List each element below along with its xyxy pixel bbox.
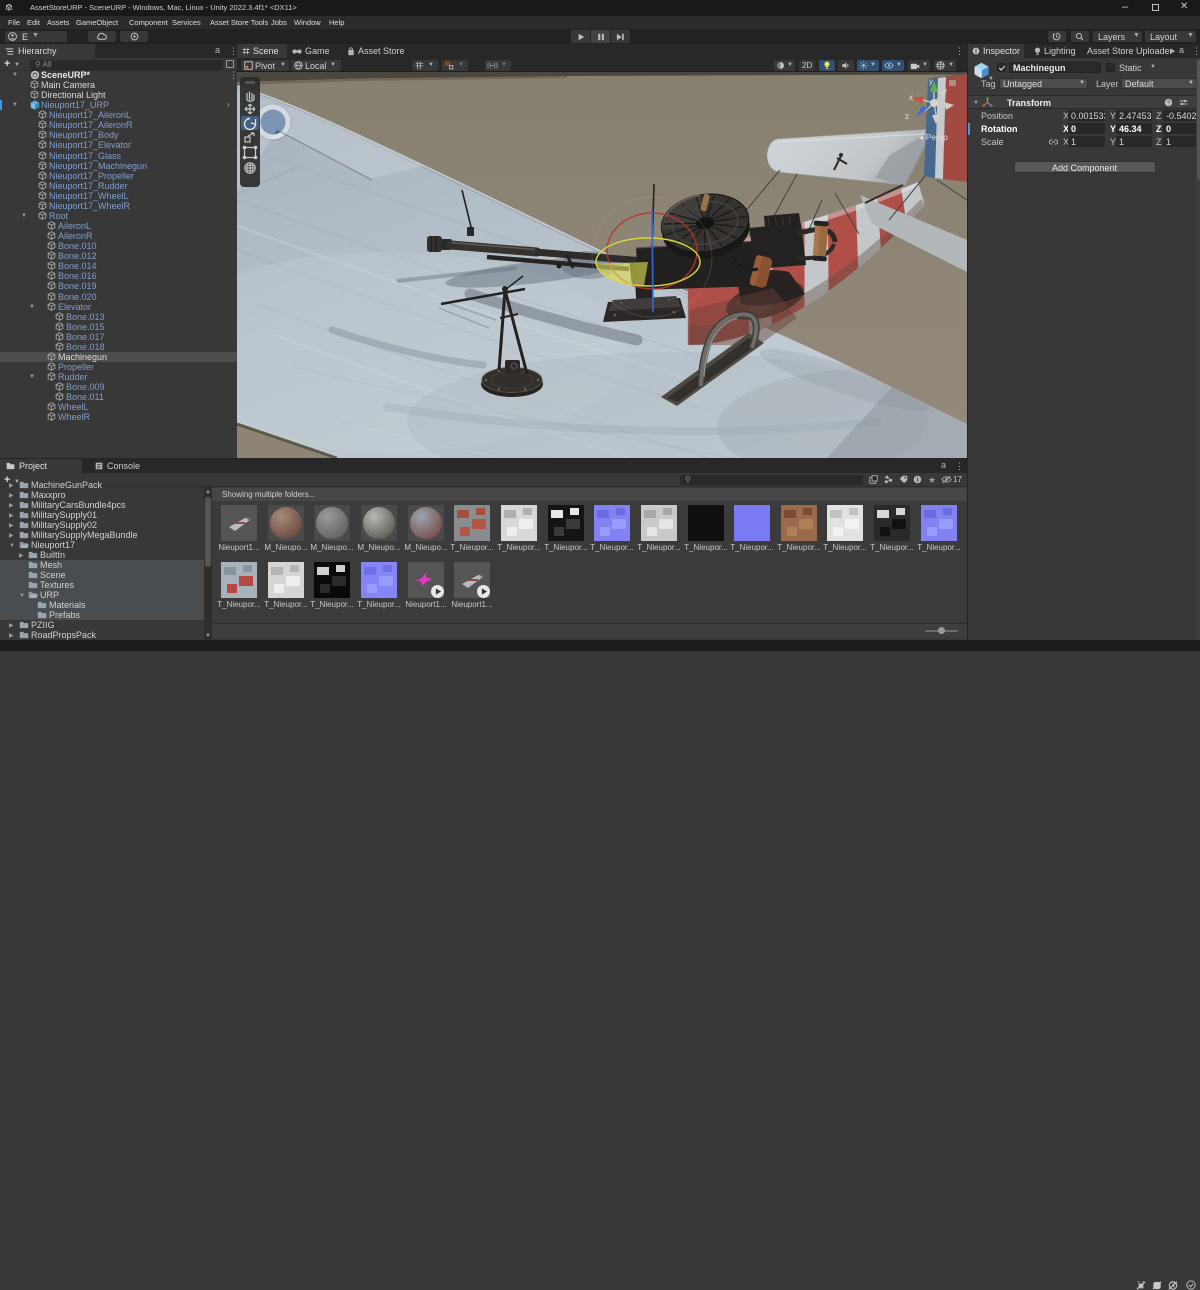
svg-text:◂ Persp: ◂ Persp — [919, 132, 948, 142]
svg-text:?: ? — [1167, 100, 1170, 106]
svg-text:x: x — [909, 93, 913, 102]
svg-text:y: y — [929, 77, 933, 86]
svg-text:z: z — [905, 112, 909, 121]
